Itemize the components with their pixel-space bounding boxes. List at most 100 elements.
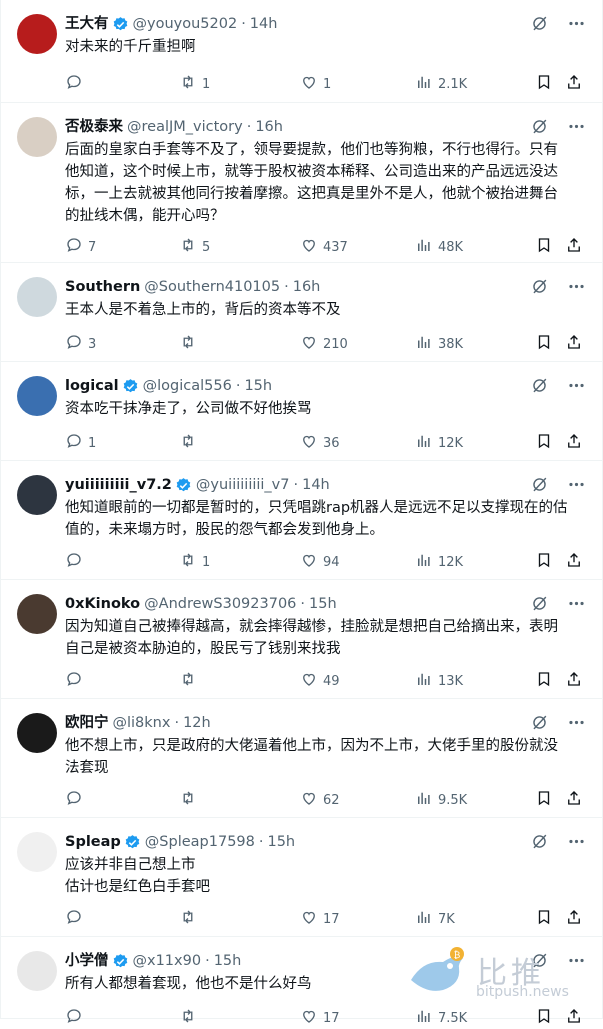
like-button[interactable]: 1 [300,74,331,94]
bookmark-button[interactable] [535,671,553,691]
bookmark-button[interactable] [535,74,553,94]
reply-button[interactable] [65,790,88,810]
grok-icon[interactable] [530,475,549,498]
retweet-button[interactable]: 5 [179,237,210,257]
more-icon[interactable] [567,14,586,37]
avatar[interactable] [17,475,57,515]
tweet[interactable]: 王大有 @youyou5202 · 14h 对未来的千斤重担啊 1 1 2.1K [1,0,602,103]
user-handle[interactable]: @youyou5202 [133,14,238,34]
reply-button[interactable]: 7 [65,237,96,257]
share-button[interactable] [565,433,583,453]
reply-button[interactable] [65,74,88,94]
like-button[interactable]: 36 [300,433,340,453]
views-button[interactable]: 38K [415,334,463,354]
user-name[interactable]: yuiiiiiiiii_v7.2 [65,475,172,495]
grok-icon[interactable] [530,277,549,300]
tweet[interactable]: yuiiiiiiiii_v7.2 @yuiiiiiiiii_v7 · 14h 他… [1,461,602,580]
user-handle[interactable]: @Spleap17598 [145,832,255,852]
views-button[interactable]: 2.1K [415,74,467,94]
retweet-button[interactable] [179,1008,202,1028]
bookmark-button[interactable] [535,334,553,354]
avatar[interactable] [17,14,57,54]
grok-icon[interactable] [530,376,549,399]
user-name[interactable]: 小学僧 [65,951,109,971]
retweet-button[interactable] [179,433,202,453]
tweet[interactable]: 否极泰来 @realJM_victory · 16h 后面的皇家白手套等不及了，… [1,103,602,263]
share-button[interactable] [565,790,583,810]
timestamp[interactable]: 14h [250,14,278,34]
timestamp[interactable]: 15h [214,951,242,971]
like-button[interactable]: 437 [300,237,348,257]
user-name[interactable]: 欧阳宁 [65,713,109,733]
like-button[interactable]: 17 [300,909,340,929]
user-name[interactable]: Spleap [65,832,121,852]
user-name[interactable]: logical [65,376,119,396]
reply-button[interactable] [65,1008,88,1028]
avatar[interactable] [17,594,57,634]
bookmark-button[interactable] [535,237,553,257]
share-button[interactable] [565,74,583,94]
like-button[interactable]: 49 [300,671,340,691]
reply-button[interactable] [65,909,88,929]
timestamp[interactable]: 15h [267,832,295,852]
more-icon[interactable] [567,832,586,855]
more-icon[interactable] [567,594,586,617]
user-name[interactable]: 0xKinoko [65,594,140,614]
retweet-button[interactable]: 1 [179,74,210,94]
views-button[interactable]: 48K [415,237,463,257]
like-button[interactable]: 210 [300,334,348,354]
bookmark-button[interactable] [535,790,553,810]
more-icon[interactable] [567,117,586,140]
timestamp[interactable]: 16h [293,277,321,297]
bookmark-button[interactable] [535,1008,553,1028]
user-name[interactable]: Southern [65,277,140,297]
timestamp[interactable]: 16h [255,117,283,137]
grok-icon[interactable] [530,14,549,37]
avatar[interactable] [17,832,57,872]
reply-button[interactable] [65,552,88,572]
retweet-button[interactable] [179,671,202,691]
views-button[interactable]: 7.5K [415,1008,467,1028]
user-name[interactable]: 否极泰来 [65,117,123,137]
retweet-button[interactable] [179,790,202,810]
grok-icon[interactable] [530,594,549,617]
share-button[interactable] [565,237,583,257]
views-button[interactable]: 7K [415,909,455,929]
avatar[interactable] [17,277,57,317]
share-button[interactable] [565,909,583,929]
tweet[interactable]: Southern @Southern410105 · 16h 王本人是不着急上市… [1,263,602,362]
tweet[interactable]: logical @logical556 · 15h 资本吃干抹净走了，公司做不好… [1,362,602,461]
more-icon[interactable] [567,376,586,399]
retweet-button[interactable]: 1 [179,552,210,572]
timestamp[interactable]: 15h [244,376,272,396]
user-handle[interactable]: @x11x90 [133,951,202,971]
user-handle[interactable]: @li8knx [113,713,171,733]
views-button[interactable]: 9.5K [415,790,467,810]
views-button[interactable]: 12K [415,552,463,572]
grok-icon[interactable] [530,713,549,736]
share-button[interactable] [565,334,583,354]
user-handle[interactable]: @Southern410105 [144,277,280,297]
timestamp[interactable]: 14h [302,475,330,495]
like-button[interactable]: 94 [300,552,340,572]
reply-button[interactable]: 3 [65,334,96,354]
reply-button[interactable]: 1 [65,433,96,453]
avatar[interactable] [17,117,57,157]
like-button[interactable]: 62 [300,790,340,810]
grok-icon[interactable] [530,832,549,855]
share-button[interactable] [565,1008,583,1028]
bookmark-button[interactable] [535,552,553,572]
tweet[interactable]: Spleap @Spleap17598 · 15h 应该并非自己想上市 估计也是… [1,818,602,937]
retweet-button[interactable] [179,334,202,354]
timestamp[interactable]: 15h [309,594,337,614]
retweet-button[interactable] [179,909,202,929]
timestamp[interactable]: 12h [183,713,211,733]
reply-button[interactable] [65,671,88,691]
more-icon[interactable] [567,475,586,498]
share-button[interactable] [565,552,583,572]
tweet[interactable]: 0xKinoko @AndrewS30923706 · 15h 因为知道自己被捧… [1,580,602,699]
tweet[interactable]: 欧阳宁 @li8knx · 12h 他不想上市，只是政府的大佬逼着他上市，因为不… [1,699,602,818]
user-handle[interactable]: @AndrewS30923706 [144,594,296,614]
bookmark-button[interactable] [535,433,553,453]
bookmark-button[interactable] [535,909,553,929]
